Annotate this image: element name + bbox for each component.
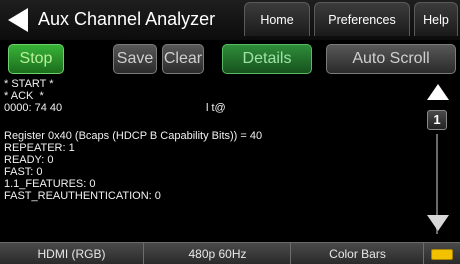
format-status[interactable]: 480p 60Hz (145, 243, 291, 264)
tab-preferences[interactable]: Preferences (314, 2, 410, 36)
log-line: * START * (4, 78, 54, 90)
battery-icon (431, 249, 453, 260)
status-bar: HDMI (RGB) 480p 60Hz Color Bars (0, 242, 460, 264)
log-line: Register 0x40 (Bcaps (HDCP B Capability … (4, 130, 263, 142)
log-line: * ACK * (4, 90, 44, 102)
pattern-status[interactable]: Color Bars (292, 243, 424, 264)
log-line: REPEATER: 1 (4, 142, 75, 154)
log-line: FAST_REAUTHENTICATION: 0 (4, 190, 161, 202)
tab-home[interactable]: Home (244, 2, 310, 36)
clear-button[interactable]: Clear (162, 44, 204, 74)
header-bar: Aux Channel Analyzer Home Preferences He… (0, 0, 460, 40)
log-line: 1.1_FEATURES: 0 (4, 178, 96, 190)
page-number-badge: 1 (427, 110, 447, 130)
log-panel[interactable]: * START * * ACK * 0000: 74 40 l t@ Regis… (4, 78, 416, 238)
app-title: Aux Channel Analyzer (38, 9, 216, 29)
triangle-down-icon[interactable] (426, 214, 450, 232)
back-arrow-icon[interactable] (6, 7, 30, 33)
auto-scroll-button[interactable]: Auto Scroll (326, 44, 456, 74)
triangle-up-icon[interactable] (426, 83, 450, 101)
details-button[interactable]: Details (222, 44, 312, 74)
log-line: FAST: 0 (4, 166, 43, 178)
interface-status[interactable]: HDMI (RGB) (0, 243, 144, 264)
stop-button[interactable]: Stop (8, 44, 64, 74)
log-line: READY: 0 (4, 154, 54, 166)
log-line: 0000: 74 40 (4, 102, 63, 114)
save-button[interactable]: Save (113, 44, 157, 74)
tab-help[interactable]: Help (414, 2, 458, 36)
log-ascii: l t@ (206, 102, 226, 114)
